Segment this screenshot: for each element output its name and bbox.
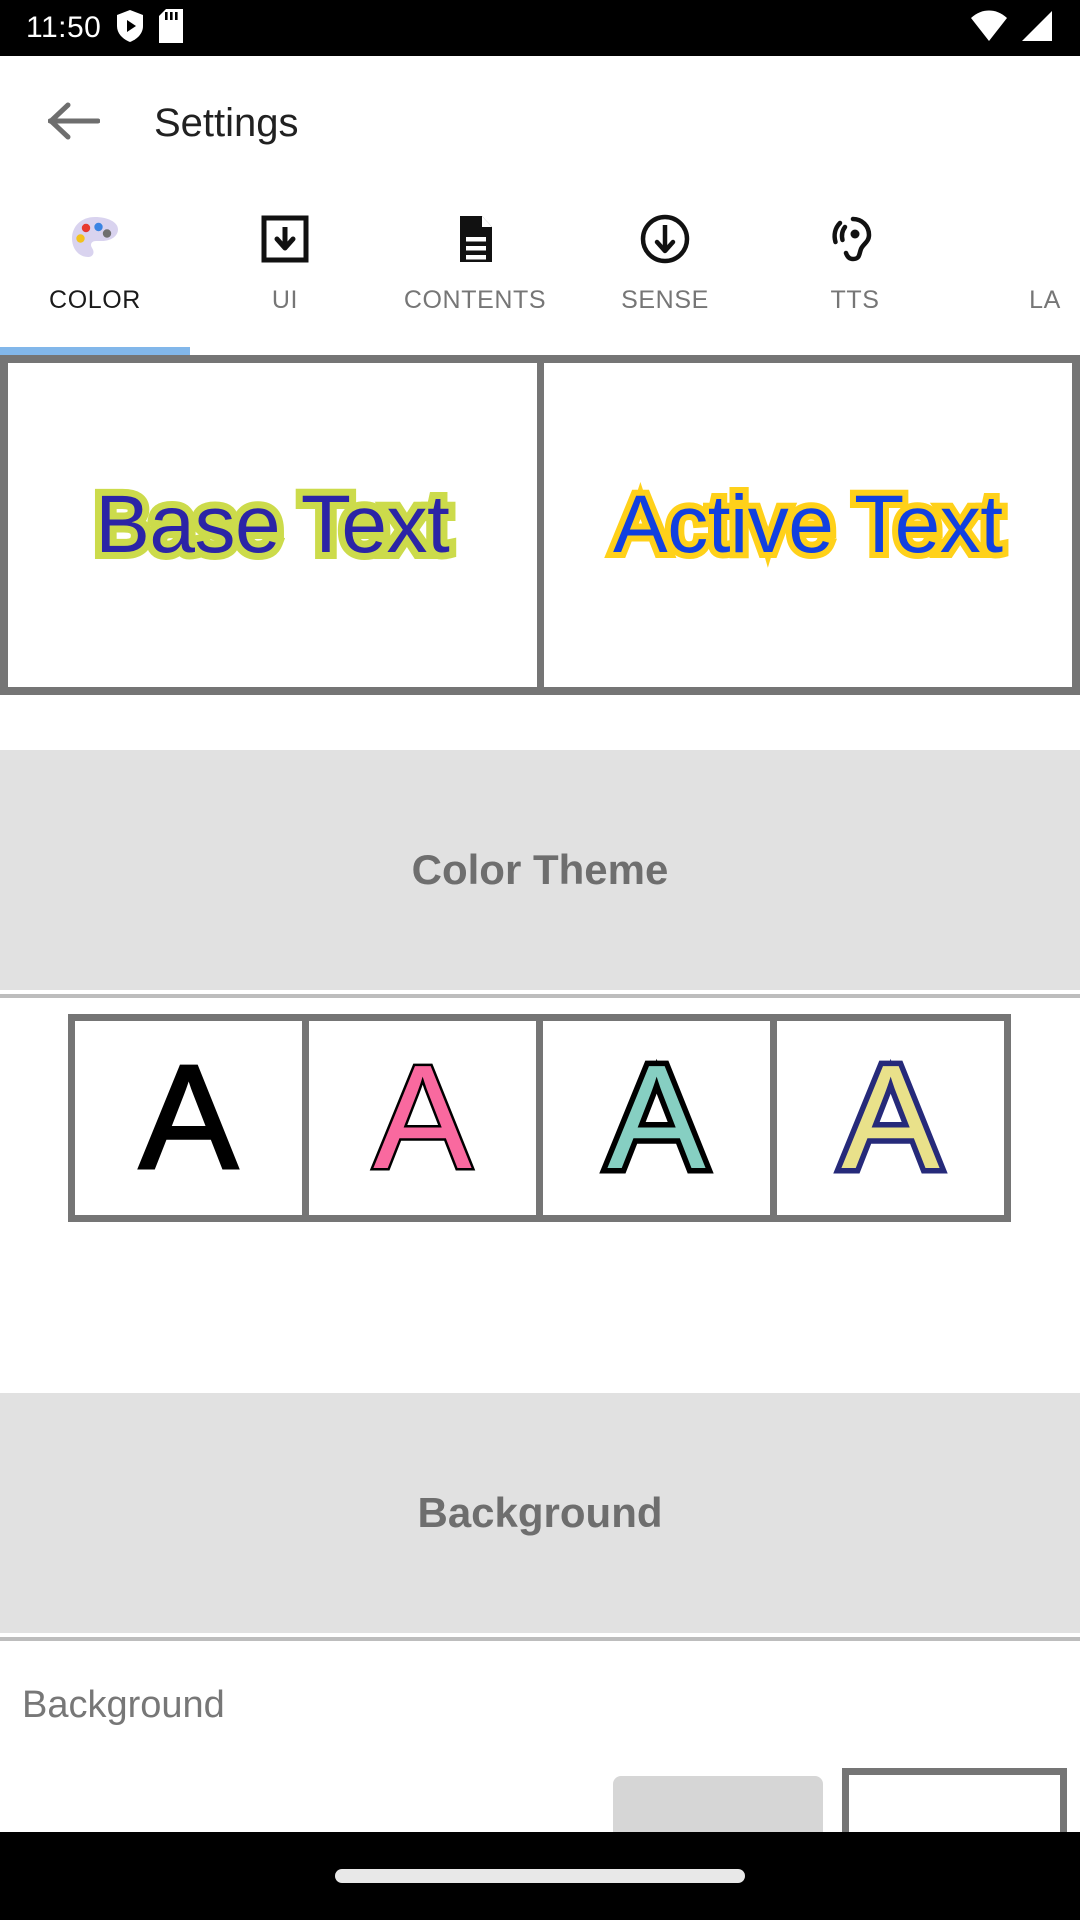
cell-signal-icon xyxy=(1020,10,1054,47)
active-text-sample: Active Text xyxy=(607,478,1009,572)
language-icon xyxy=(1016,210,1074,268)
box-download-icon xyxy=(256,210,314,268)
tab-tts[interactable]: TTS xyxy=(760,190,950,355)
base-text-preview[interactable]: Base Text xyxy=(8,363,537,687)
color-theme-divider xyxy=(0,994,1080,998)
background-title: Background xyxy=(417,1489,663,1536)
home-indicator[interactable] xyxy=(335,1869,745,1883)
theme-swatch-letter: A xyxy=(836,1035,946,1200)
color-theme-title: Color Theme xyxy=(411,846,669,893)
app-screen: 11:50 Settings COLOR UI CONTENTS SENSE T… xyxy=(0,0,1080,1920)
sd-card-icon xyxy=(159,8,184,48)
active-text-preview[interactable]: Active Text xyxy=(543,363,1072,687)
page-title: Settings xyxy=(154,101,299,145)
wifi-icon xyxy=(970,10,1008,47)
tab-active-indicator xyxy=(0,347,190,355)
status-bar-clock: 11:50 xyxy=(26,11,102,44)
tab-sense[interactable]: SENSE xyxy=(570,190,760,355)
tab-label-color: COLOR xyxy=(49,286,141,314)
tab-ui[interactable]: UI xyxy=(190,190,380,355)
theme-swatch-1[interactable]: A xyxy=(75,1021,302,1215)
back-button[interactable] xyxy=(26,75,122,171)
theme-swatch-3[interactable]: A xyxy=(543,1021,770,1215)
document-icon xyxy=(446,210,504,268)
background-divider xyxy=(0,1637,1080,1641)
tab-list: COLOR UI CONTENTS SENSE TTS LA xyxy=(0,190,1080,355)
settings-tab-strip[interactable]: COLOR UI CONTENTS SENSE TTS LA xyxy=(0,190,1080,355)
theme-swatch-letter: A xyxy=(371,1035,475,1200)
color-theme-swatch-row: A A A A xyxy=(68,1014,1011,1222)
tab-language[interactable]: LA xyxy=(950,190,1080,355)
tab-label-ui: UI xyxy=(271,286,299,314)
status-bar-right xyxy=(970,10,1054,47)
color-theme-section-header: Color Theme xyxy=(0,750,1080,990)
background-row-label: Background xyxy=(22,1684,225,1726)
app-bar: Settings xyxy=(0,56,1080,190)
arrow-left-icon xyxy=(47,100,101,147)
background-section-header: Background xyxy=(0,1393,1080,1633)
palette-icon xyxy=(66,210,124,268)
text-preview-row: Base Text Active Text xyxy=(0,355,1080,695)
theme-swatch-4[interactable]: A xyxy=(777,1021,1004,1215)
status-bar-left: 11:50 xyxy=(26,8,184,48)
tab-label-contents: CONTENTS xyxy=(403,286,547,314)
theme-swatch-letter: A xyxy=(602,1035,712,1200)
tab-contents[interactable]: CONTENTS xyxy=(380,190,570,355)
tab-label-tts: TTS xyxy=(830,286,880,314)
theme-swatch-2[interactable]: A xyxy=(309,1021,536,1215)
tab-label-language: LA xyxy=(1029,286,1061,314)
circle-down-arrow-icon xyxy=(636,210,694,268)
tab-color[interactable]: COLOR xyxy=(0,190,190,355)
system-nav-bar xyxy=(0,1832,1080,1920)
shield-play-icon xyxy=(115,9,145,48)
status-bar: 11:50 xyxy=(0,0,1080,56)
tab-label-sense: SENSE xyxy=(621,286,709,314)
theme-swatch-letter: A xyxy=(138,1035,240,1200)
ear-hearing-icon xyxy=(826,210,884,268)
base-text-sample: Base Text xyxy=(88,477,457,573)
